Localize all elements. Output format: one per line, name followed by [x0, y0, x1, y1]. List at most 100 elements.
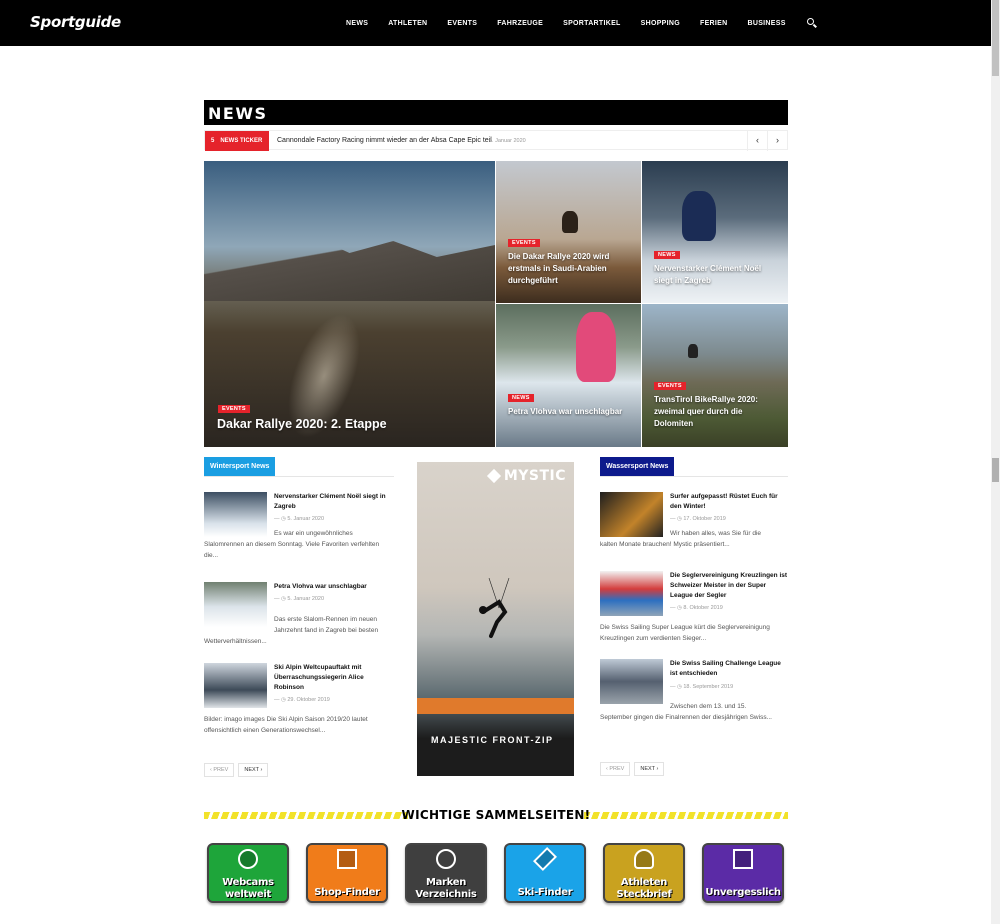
ad-accent-stripe: [417, 698, 574, 714]
nav-item-news[interactable]: NEWS: [336, 20, 378, 27]
post-thumbnail[interactable]: [204, 492, 267, 537]
post-date: — ◷ 29. Oktober 2019: [274, 697, 330, 703]
hero-title[interactable]: Dakar Rallye 2020: 2. Etappe: [217, 417, 387, 431]
post-title[interactable]: Die Seglervereinigung Kreuzlingen ist Sc…: [670, 571, 790, 601]
wassersport-heading[interactable]: Wassersport News: [600, 457, 675, 476]
news-ticker: 5 NEWS TICKER Cannondale Factory Racing n…: [204, 130, 788, 151]
marken-verzeichnis-tile[interactable]: Marken Verzeichnis: [405, 843, 487, 903]
post-date: — ◷ 8. Oktober 2019: [670, 605, 723, 611]
post-title[interactable]: Petra Vlohva war unschlagbar: [274, 582, 394, 592]
post-title[interactable]: Die Swiss Sailing Challenge League ist e…: [670, 659, 790, 679]
post-excerpt-continued: kalten Monate brauchen! Mystic präsentie…: [600, 541, 730, 548]
scrollbar-marker: [992, 458, 999, 482]
list-item[interactable]: Surfer aufgepasst! Rüstet Euch für den W…: [600, 492, 790, 568]
mystic-logo: MYSTIC: [489, 468, 566, 484]
post-date: — ◷ 18. September 2019: [670, 684, 734, 690]
next-button[interactable]: NEXT ›: [238, 763, 269, 777]
ticker-next-button[interactable]: ›: [767, 131, 787, 151]
tile-label: Shop-Finder: [314, 887, 380, 898]
post-excerpt-continued: September gingen die Finalrennen der die…: [600, 714, 772, 721]
hero-tile-noel[interactable]: NEWS Nervenstarker Clément Noël siegt in…: [642, 161, 788, 303]
nav-item-athleten[interactable]: ATHLETEN: [378, 20, 437, 27]
hero-tile-vlhova[interactable]: NEWS Petra Vlohva war unschlagbar: [496, 304, 641, 447]
gallery-icon: [733, 849, 753, 869]
hero-title[interactable]: Die Dakar Rallye 2020 wird erstmals in S…: [508, 251, 628, 287]
ticker-badge: 5 NEWS TICKER: [205, 131, 269, 151]
shop-finder-tile[interactable]: Shop-Finder: [306, 843, 388, 903]
sammelseiten-heading: WICHTIGE SAMMELSEITEN!: [401, 808, 591, 822]
wintersport-heading[interactable]: Wintersport News: [204, 457, 276, 476]
ticker-headline[interactable]: Cannondale Factory Racing nimmt wieder a…: [277, 137, 492, 144]
prev-button[interactable]: ‹ PREV: [204, 763, 235, 777]
list-item[interactable]: Die Seglervereinigung Kreuzlingen ist Sc…: [600, 571, 790, 647]
post-thumbnail[interactable]: [204, 582, 267, 627]
nav-item-sportartikel[interactable]: SPORTARTIKEL: [553, 20, 631, 27]
nav-item-shopping[interactable]: SHOPPING: [631, 20, 690, 27]
post-title[interactable]: Ski Alpin Weltcupauftakt mit Überraschun…: [274, 663, 394, 693]
moto-rider-image: [562, 211, 578, 233]
list-item[interactable]: Nervenstarker Clément Noël siegt in Zagr…: [204, 492, 394, 568]
main-menu: NEWS ATHLETEN EVENTS FAHRZEUGE SPORTARTI…: [336, 0, 818, 46]
hero-category-badge[interactable]: EVENTS: [508, 239, 540, 247]
shop-icon: [337, 849, 357, 869]
search-icon[interactable]: [806, 17, 818, 29]
ski-finder-tile[interactable]: Ski-Finder: [504, 843, 586, 903]
tile-label: Athleten Steckbrief: [616, 877, 672, 900]
next-button[interactable]: NEXT ›: [634, 762, 665, 776]
ticker-badge-mark: 5: [211, 138, 215, 144]
hero-category-badge[interactable]: EVENTS: [218, 405, 250, 413]
hero-category-badge[interactable]: EVENTS: [654, 382, 686, 390]
hero-title[interactable]: Petra Vlohva war unschlagbar: [508, 406, 628, 418]
kitesurfer-image: [479, 578, 510, 638]
nav-item-events[interactable]: EVENTS: [437, 20, 487, 27]
post-thumbnail[interactable]: [600, 571, 663, 616]
ad-tagline: MAJESTIC FRONT-ZIP: [431, 735, 554, 745]
post-thumbnail[interactable]: [204, 663, 267, 708]
tile-label: Unvergesslich: [705, 887, 781, 898]
list-item[interactable]: Die Swiss Sailing Challenge League ist e…: [600, 659, 790, 735]
post-excerpt-continued: Wetterverhältnissen...: [204, 638, 267, 645]
nav-item-ferien[interactable]: FERIEN: [690, 20, 737, 27]
post-date: — ◷ 5. Januar 2020: [274, 596, 325, 602]
webcams-tile[interactable]: Webcams weltweit: [207, 843, 289, 903]
webcam-icon: [238, 849, 258, 869]
hero-tile-transtirol[interactable]: EVENTS TransTirol BikeRallye 2020: zweim…: [642, 304, 788, 447]
column-divider: [600, 476, 788, 477]
news-section-header: NEWS: [204, 100, 788, 125]
scrollbar-thumb[interactable]: [992, 0, 999, 76]
post-title[interactable]: Surfer aufgepasst! Rüstet Euch für den W…: [670, 492, 790, 512]
prev-button[interactable]: ‹ PREV: [600, 762, 631, 776]
hero-category-badge[interactable]: NEWS: [654, 251, 680, 259]
hero-title[interactable]: Nervenstarker Clément Noël siegt in Zagr…: [654, 263, 774, 287]
post-title[interactable]: Nervenstarker Clément Noël siegt in Zagr…: [274, 492, 394, 512]
hero-main-tile[interactable]: EVENTS Dakar Rallye 2020: 2. Etappe: [204, 161, 495, 447]
post-thumbnail[interactable]: [600, 492, 663, 537]
mystic-advertisement[interactable]: MYSTIC MAJESTIC FRONT-ZIP: [417, 462, 574, 776]
hero-category-badge[interactable]: NEWS: [508, 394, 534, 402]
nav-item-business[interactable]: BUSINESS: [737, 20, 795, 27]
tile-label: Marken Verzeichnis: [415, 877, 477, 900]
skier-image: [576, 312, 616, 382]
list-item[interactable]: Ski Alpin Weltcupauftakt mit Überraschun…: [204, 663, 394, 739]
post-excerpt: Es war ein ungewöhnliches: [274, 530, 353, 537]
post-excerpt: Bilder: imago images Die Ski Alpin Saiso…: [204, 716, 368, 734]
athleten-steckbrief-tile[interactable]: Athleten Steckbrief: [603, 843, 685, 903]
registered-icon: [436, 849, 456, 869]
ticker-badge-label: NEWS TICKER: [220, 138, 263, 144]
ticker-prev-button[interactable]: ‹: [747, 131, 767, 151]
page-scrollbar[interactable]: [991, 0, 1000, 924]
post-thumbnail[interactable]: [600, 659, 663, 704]
nav-item-fahrzeuge[interactable]: FAHRZEUGE: [487, 20, 553, 27]
list-item[interactable]: Petra Vlohva war unschlagbar — ◷ 5. Janu…: [204, 582, 394, 652]
hero-tile-dakar[interactable]: EVENTS Die Dakar Rallye 2020 wird erstma…: [496, 161, 641, 303]
biker-image: [688, 344, 698, 358]
skier-image: [682, 191, 716, 241]
top-navigation-bar: Sportguide NEWS ATHLETEN EVENTS FAHRZEUG…: [0, 0, 991, 46]
hero-mountain-image: [204, 233, 495, 301]
ski-icon: [532, 846, 558, 872]
post-date: — ◷ 5. Januar 2020: [274, 516, 325, 522]
post-excerpt-continued: Slalomrennen an diesem Sonntag. Viele Fa…: [204, 541, 380, 559]
unvergesslich-tile[interactable]: Unvergesslich: [702, 843, 784, 903]
site-logo[interactable]: Sportguide: [30, 13, 121, 31]
hero-title[interactable]: TransTirol BikeRallye 2020: zweimal quer…: [654, 394, 774, 430]
